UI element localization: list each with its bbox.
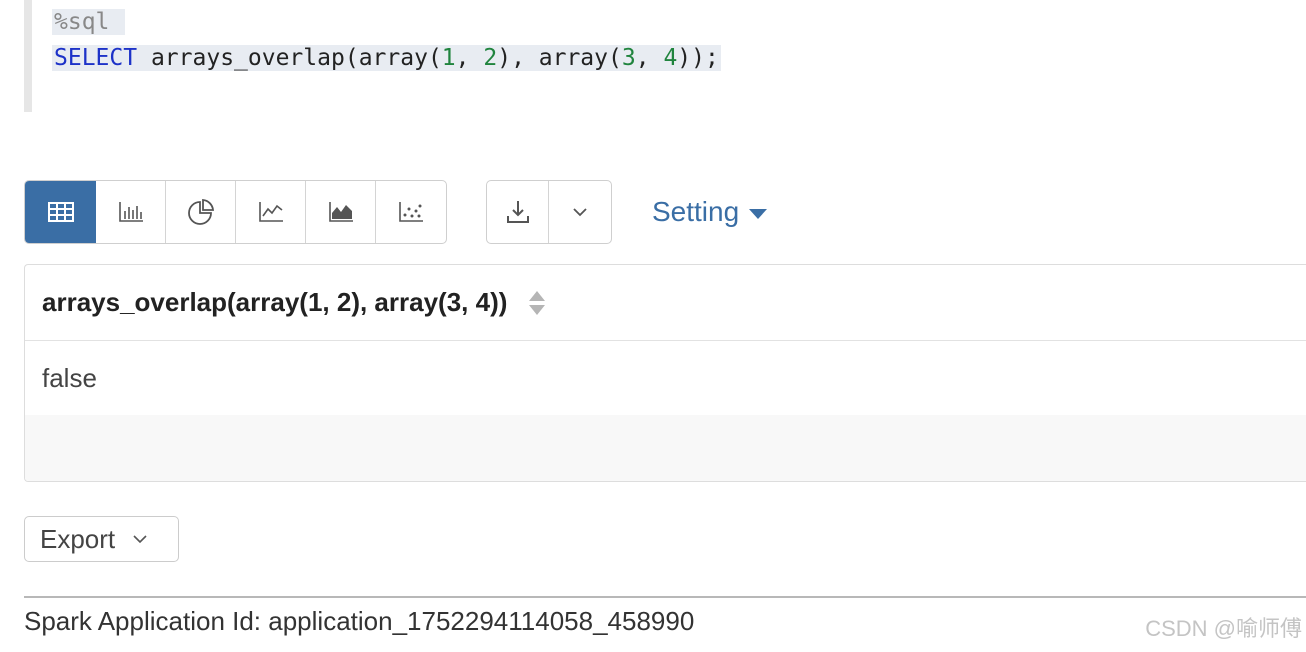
sql-punct: , <box>635 45 664 71</box>
sort-icon[interactable] <box>529 290 546 315</box>
download-icon <box>506 201 529 223</box>
line-chart-button[interactable] <box>236 181 306 243</box>
sql-punct: )); <box>677 45 719 71</box>
table-header-row: arrays_overlap(array(1, 2), array(3, 4)) <box>25 265 1306 341</box>
sql-number: 1 <box>441 45 456 71</box>
sql-function: array <box>358 45 428 71</box>
area-chart-button[interactable] <box>306 181 376 243</box>
sql-number: 3 <box>621 45 636 71</box>
scatter-chart-icon <box>399 202 423 222</box>
setting-dropdown[interactable]: Setting <box>652 193 768 231</box>
bar-chart-button[interactable] <box>96 181 166 243</box>
column-header[interactable]: arrays_overlap(array(1, 2), array(3, 4)) <box>42 287 546 318</box>
table-cell: false <box>42 362 97 393</box>
sql-keyword: SELECT <box>54 45 138 71</box>
download-toolbar <box>486 180 612 244</box>
download-button[interactable] <box>487 181 549 243</box>
pie-chart-button[interactable] <box>166 181 236 243</box>
sql-punct: ( <box>608 45 622 71</box>
scatter-chart-button[interactable] <box>376 181 446 243</box>
code-line-2[interactable]: SELECT arrays_overlap(array(1, 2), array… <box>52 41 721 75</box>
result-table: arrays_overlap(array(1, 2), array(3, 4))… <box>24 264 1306 482</box>
download-options-dropdown[interactable] <box>549 181 611 243</box>
bar-chart-icon <box>118 202 143 222</box>
table-row: false <box>25 341 1306 415</box>
sql-number: 4 <box>663 45 678 71</box>
watermark: CSDN @喻师傅 <box>1145 616 1302 641</box>
code-line-1[interactable]: %sql <box>52 5 126 39</box>
sql-punct: ), <box>497 45 539 71</box>
sql-punct: , <box>455 45 484 71</box>
sort-up-icon <box>529 290 546 301</box>
pie-chart-icon <box>187 199 214 225</box>
table-icon <box>47 202 74 222</box>
table-empty-row <box>25 415 1306 481</box>
sql-number: 2 <box>483 45 498 71</box>
column-header-label: arrays_overlap(array(1, 2), array(3, 4)) <box>42 287 508 317</box>
sql-function: arrays_overlap <box>150 45 345 71</box>
sql-function: array <box>538 45 609 71</box>
setting-label: Setting <box>652 196 740 227</box>
sql-punct: ( <box>344 45 359 71</box>
caret-down-icon <box>749 208 768 219</box>
sort-down-icon <box>529 304 546 315</box>
area-chart-icon <box>328 202 353 222</box>
magic-command: %sql <box>54 9 110 35</box>
sql-punct: ( <box>427 45 442 71</box>
visualization-toolbar <box>24 180 447 244</box>
line-chart-icon <box>258 202 283 222</box>
code-editor[interactable]: %sql SELECT arrays_overlap(array(1, 2), … <box>24 0 764 112</box>
chevron-down-icon <box>133 535 147 544</box>
chevron-down-icon <box>573 208 587 217</box>
spark-application-id: Spark Application Id: application_175229… <box>24 606 695 636</box>
footer-divider <box>24 596 1306 598</box>
export-label: Export <box>40 523 116 554</box>
export-button[interactable]: Export <box>24 516 179 562</box>
table-view-button[interactable] <box>25 181 96 243</box>
editor-gutter <box>24 0 32 112</box>
